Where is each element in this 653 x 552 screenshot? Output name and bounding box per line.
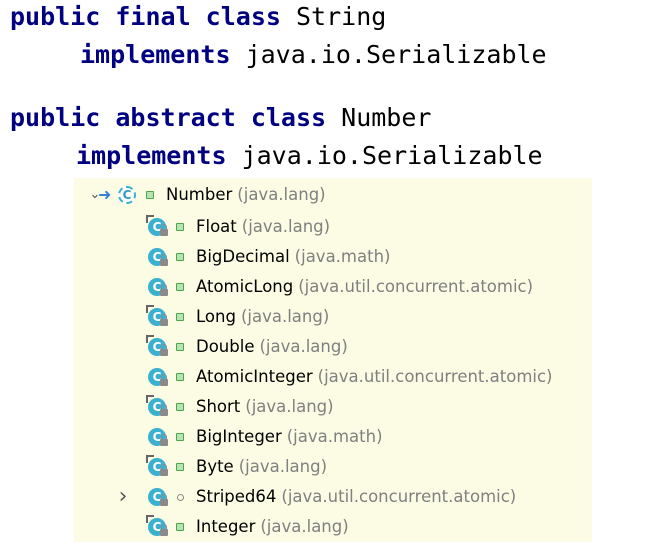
code-block-number: public abstract class Number implements … [10, 99, 543, 175]
public-visibility-icon [176, 253, 184, 261]
abstract-class-icon: ➜ C [98, 184, 140, 206]
public-visibility-icon [176, 373, 184, 381]
chevron-right-icon[interactable]: › [114, 482, 132, 512]
hierarchy-root-number[interactable]: ⌄ ➜ C Number (java.lang) [74, 180, 326, 210]
hierarchy-item[interactable]: C BigDecimal (java.math) [148, 242, 390, 272]
package-name: (java.util.concurrent.atomic) [298, 277, 534, 296]
keyword-text: implements [76, 141, 227, 170]
package-name: (java.lang) [241, 217, 331, 236]
package-name: (java.util.concurrent.atomic) [281, 487, 517, 506]
public-visibility-icon [176, 463, 184, 471]
code-block-string: public final class String implements jav… [10, 0, 547, 74]
hierarchy-item[interactable]: › C Striped64 (java.util.concurrent.atomic) [119, 482, 517, 512]
package-visibility-icon [176, 493, 184, 501]
interface-name-text: java.io.Serializable [245, 40, 547, 69]
package-name: (java.math) [286, 427, 383, 446]
class-icon: C [148, 246, 170, 268]
class-name: AtomicLong [196, 277, 294, 296]
class-name: AtomicInteger [196, 367, 313, 386]
hierarchy-item[interactable]: C Short (java.lang) [146, 392, 334, 422]
final-class-icon: C [146, 335, 170, 358]
public-visibility-icon [176, 283, 184, 291]
root-package-name: (java.lang) [237, 185, 326, 204]
hierarchy-item[interactable]: C Integer (java.lang) [146, 512, 349, 542]
class-icon: C [148, 366, 170, 388]
hierarchy-item[interactable]: C Double (java.lang) [146, 332, 348, 362]
package-name: (java.lang) [240, 307, 330, 326]
class-name-text: String [296, 2, 387, 31]
hierarchy-item[interactable]: C Byte (java.lang) [146, 452, 328, 482]
package-name: (java.math) [294, 247, 391, 266]
package-name: (java.lang) [259, 337, 348, 356]
class-name: Double [196, 337, 255, 356]
keyword-text: public final class [10, 2, 281, 31]
class-icon: C [148, 426, 170, 448]
class-name: Float [196, 217, 237, 236]
package-name: (java.lang) [245, 397, 334, 416]
class-name-text: Number [341, 103, 432, 132]
public-visibility-icon [176, 403, 184, 411]
package-name: (java.lang) [238, 457, 328, 476]
class-name: Striped64 [196, 487, 277, 506]
class-icon: C [148, 486, 170, 508]
class-name: BigInteger [196, 427, 282, 446]
class-icon: C [148, 276, 170, 298]
public-visibility-icon [176, 343, 184, 351]
final-class-icon: C [146, 395, 170, 418]
public-visibility-icon [176, 223, 184, 231]
interface-name-text: java.io.Serializable [241, 141, 543, 170]
class-name: Short [196, 397, 241, 416]
final-class-icon: C [146, 515, 170, 538]
arrow-right-icon: ➜ [98, 185, 112, 204]
root-class-name: Number [166, 185, 233, 204]
final-class-icon: C [146, 305, 170, 328]
hierarchy-item[interactable]: C AtomicLong (java.util.concurrent.atomic) [148, 272, 533, 302]
hierarchy-item[interactable]: C Float (java.lang) [146, 212, 331, 242]
hierarchy-item[interactable]: C AtomicInteger (java.util.concurrent.atom… [148, 362, 552, 392]
public-visibility-icon [146, 191, 154, 199]
keyword-text: implements [80, 40, 231, 69]
hierarchy-item[interactable]: C Long (java.lang) [146, 302, 330, 332]
class-name: Byte [196, 457, 234, 476]
class-name: BigDecimal [196, 247, 290, 266]
final-class-icon: C [146, 455, 170, 478]
class-name: Integer [196, 517, 256, 536]
public-visibility-icon [176, 313, 184, 321]
package-name: (java.util.concurrent.atomic) [317, 367, 553, 386]
keyword-text: public abstract class [10, 103, 327, 132]
final-class-icon: C [146, 215, 170, 238]
package-name: (java.lang) [260, 517, 349, 536]
type-hierarchy-panel[interactable]: ⌄ ➜ C Number (java.lang) C Float (java.lan… [74, 178, 592, 542]
hierarchy-item[interactable]: C BigInteger (java.math) [148, 422, 383, 452]
public-visibility-icon [176, 433, 184, 441]
public-visibility-icon [176, 523, 184, 531]
class-name: Long [196, 307, 236, 326]
